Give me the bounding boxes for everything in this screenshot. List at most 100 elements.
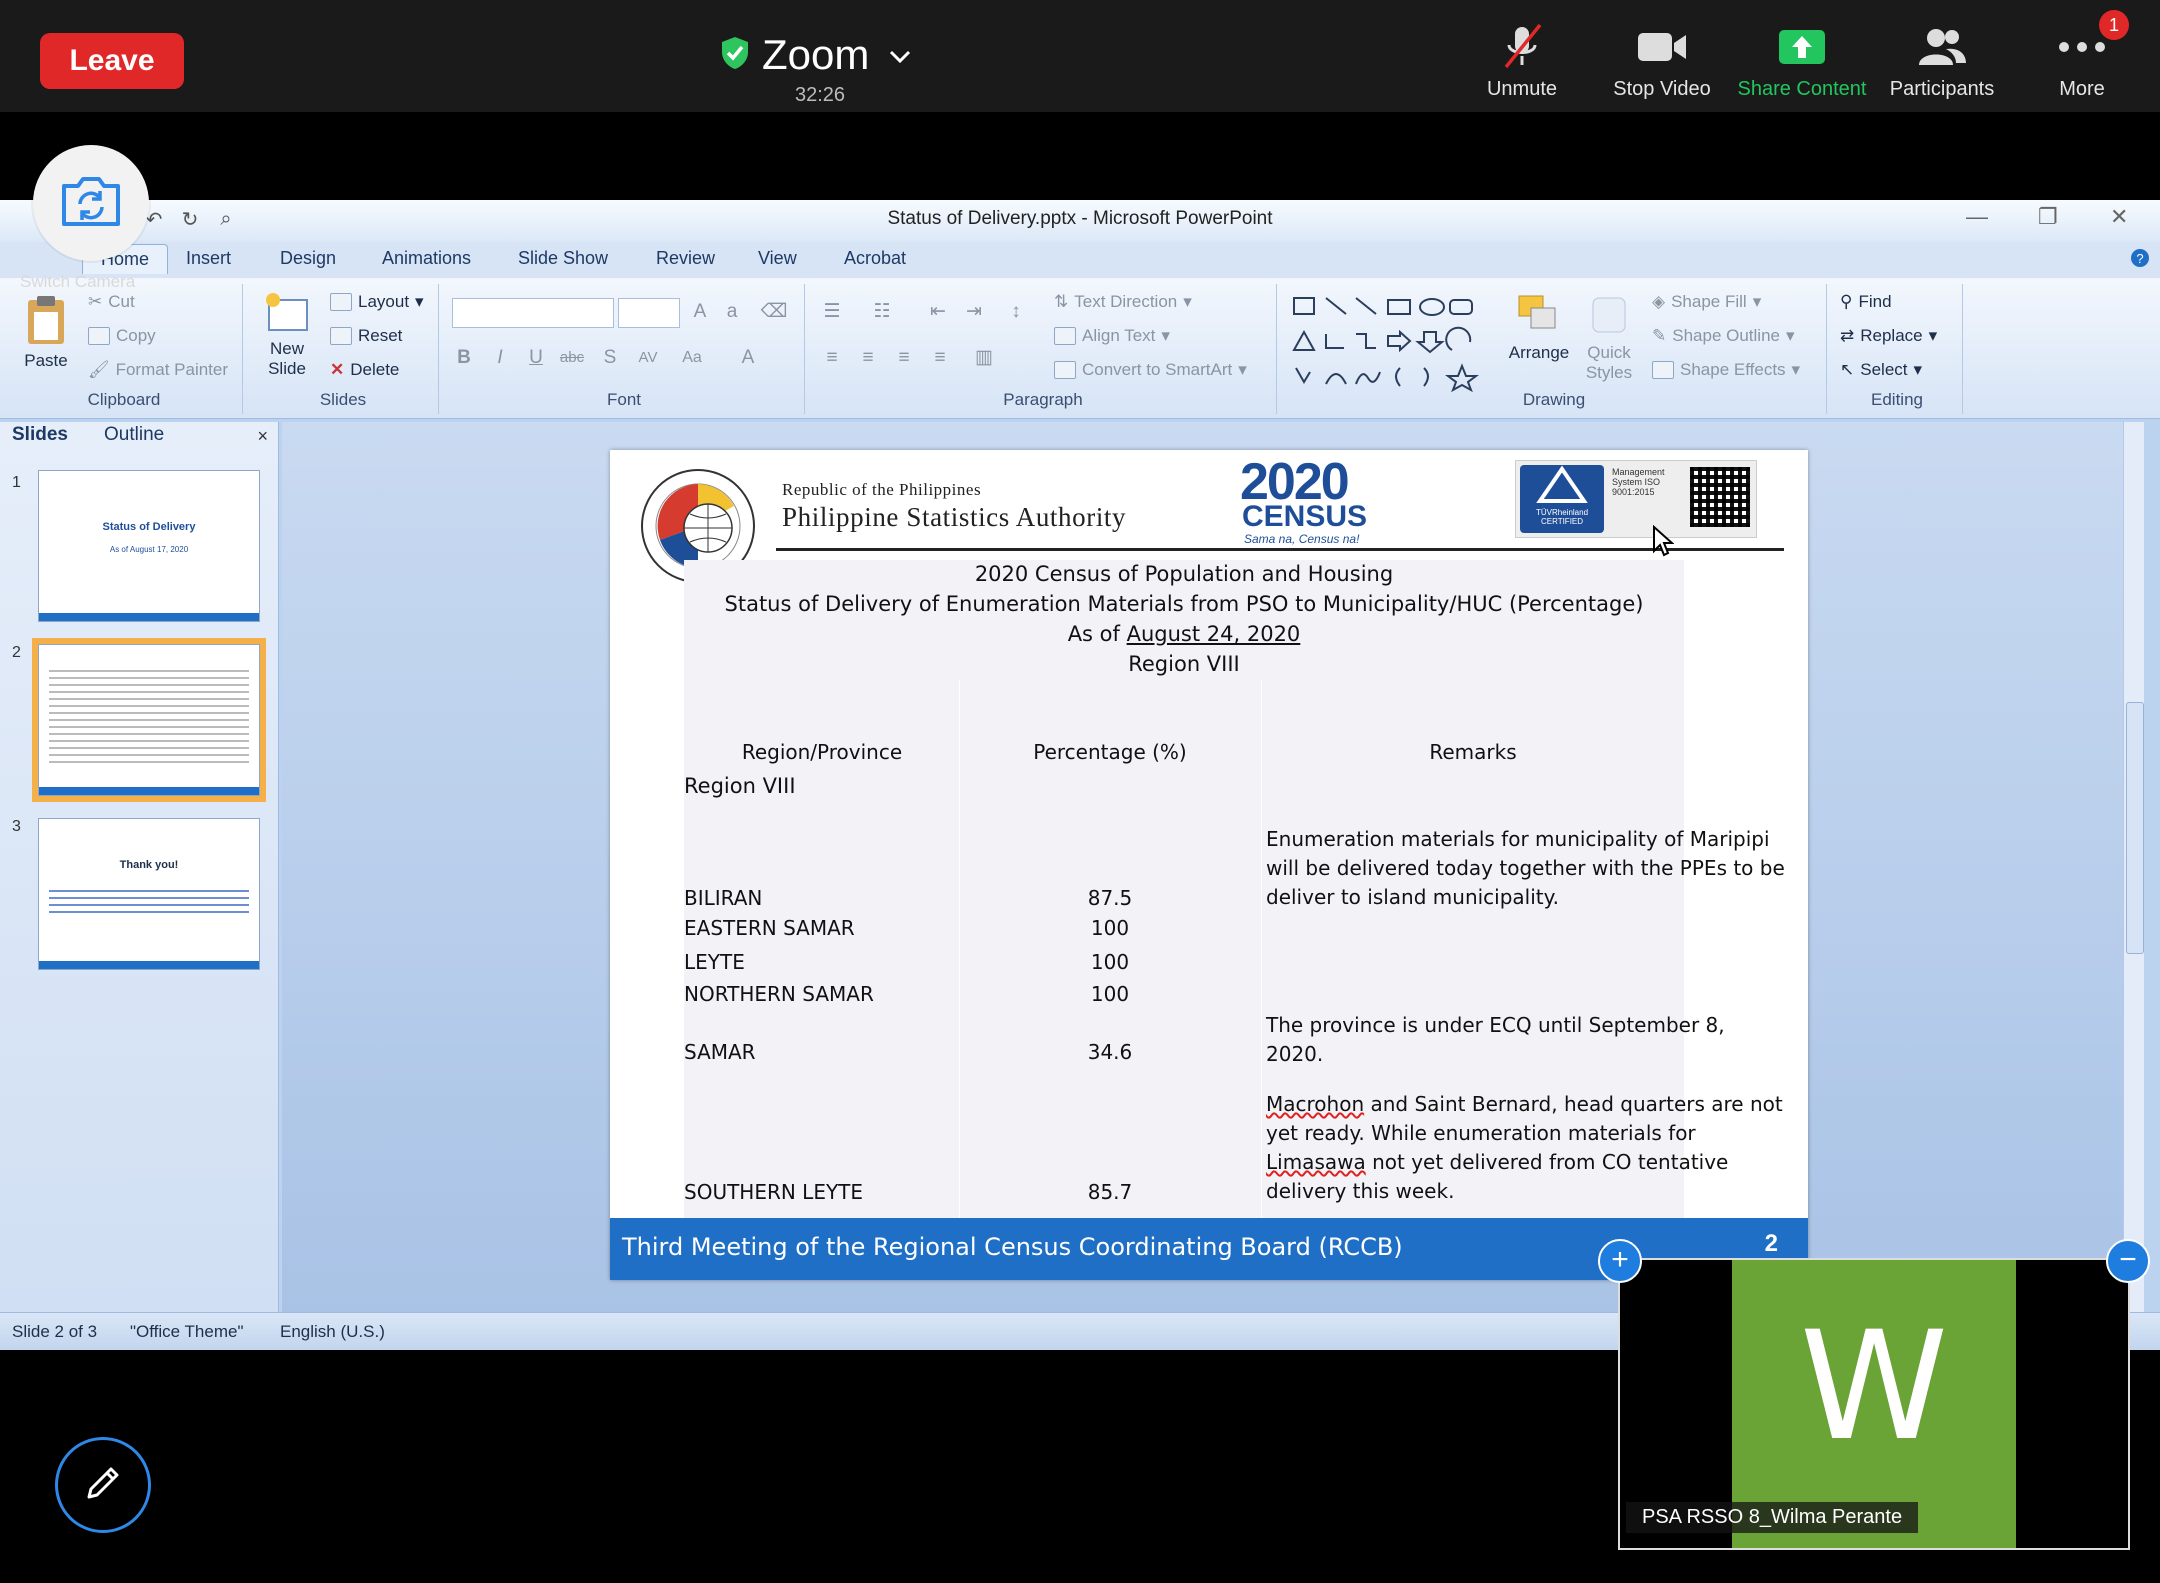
participants-label: Participants xyxy=(1889,78,1995,100)
tab-acrobat[interactable]: Acrobat xyxy=(844,248,906,269)
tab-insert[interactable]: Insert xyxy=(186,248,231,269)
clear-formatting-icon[interactable]: ⌫ xyxy=(760,298,788,326)
paste-button[interactable]: Paste xyxy=(14,294,78,371)
chevron-down-icon[interactable] xyxy=(889,40,911,71)
shape-effects-button[interactable]: Shape Effects ▾ xyxy=(1652,360,1800,380)
new-slide-button[interactable]: New Slide xyxy=(254,292,320,379)
replace-button[interactable]: ⇄ Replace ▾ xyxy=(1840,326,1937,346)
more-button[interactable]: More xyxy=(2012,22,2152,101)
underline-icon[interactable]: U xyxy=(522,344,550,372)
zoom-toolbar: Leave Zoom 32:26 Unmute Stop Video Share… xyxy=(0,0,2160,112)
bold-icon[interactable]: B xyxy=(450,344,478,372)
slide-thumbnail-1[interactable]: Status of Delivery As of August 17, 2020 xyxy=(38,470,260,622)
meeting-title[interactable]: Zoom xyxy=(720,30,911,80)
tab-view[interactable]: View xyxy=(758,248,797,269)
tab-design[interactable]: Design xyxy=(280,248,336,269)
shadow-icon[interactable]: S xyxy=(596,344,624,372)
find-button[interactable]: ⚲ Find xyxy=(1840,292,1892,312)
font-family-select[interactable] xyxy=(452,298,614,328)
line-spacing-icon[interactable]: ↕ xyxy=(1002,298,1030,326)
brush-icon: 🖌 xyxy=(88,360,110,379)
binoculars-icon: ⚲ xyxy=(1840,292,1853,311)
participants-button[interactable]: Participants xyxy=(1872,22,2012,101)
province-cell: BILIRAN xyxy=(684,886,763,910)
stop-video-button[interactable]: Stop Video xyxy=(1592,22,1732,101)
meeting-timer: 32:26 xyxy=(794,84,846,106)
participant-video-tile[interactable]: W PSA RSSO 8_Wilma Perante xyxy=(1618,1258,2130,1550)
tab-animations[interactable]: Animations xyxy=(382,248,471,269)
tab-slides[interactable]: Slides xyxy=(12,424,68,446)
convert-smartart-button[interactable]: Convert to SmartArt ▾ xyxy=(1054,360,1247,380)
shrink-font-icon[interactable]: a xyxy=(718,298,746,326)
tab-review[interactable]: Review xyxy=(656,248,715,269)
shapes-gallery[interactable] xyxy=(1290,292,1496,393)
font-color-icon[interactable]: A xyxy=(734,344,762,372)
annotate-button[interactable] xyxy=(55,1437,151,1533)
shape-fill-button[interactable]: ◈ Shape Fill ▾ xyxy=(1652,292,1761,312)
cut-button[interactable]: ✂ Cut xyxy=(88,292,135,312)
select-button[interactable]: ↖ Select ▾ xyxy=(1840,360,1922,380)
unmute-button[interactable]: Unmute xyxy=(1452,22,1592,101)
percentage-cell: 34.6 xyxy=(1087,1040,1133,1064)
align-text-button[interactable]: Align Text ▾ xyxy=(1054,326,1170,346)
editing-group: ⚲ Find ⇄ Replace ▾ ↖ Select ▾ Editing xyxy=(1832,284,1963,414)
delete-button[interactable]: ✕ Delete xyxy=(330,360,399,380)
tuv-badge: TÜVRheinland CERTIFIED xyxy=(1520,465,1604,533)
copy-button[interactable]: Copy xyxy=(88,326,156,346)
theme-name[interactable]: "Office Theme" xyxy=(130,1322,244,1342)
shape-outline-button[interactable]: ✎ Shape Outline ▾ xyxy=(1652,326,1795,346)
province-cell: LEYTE xyxy=(684,950,745,974)
grow-font-icon[interactable]: A xyxy=(686,298,714,326)
plus-icon[interactable]: + xyxy=(1598,1239,1642,1283)
justify-icon[interactable]: ≡ xyxy=(926,344,954,372)
decrease-indent-icon[interactable]: ⇤ xyxy=(924,298,952,326)
restore-icon[interactable]: ❐ xyxy=(2038,204,2058,230)
switch-camera-button[interactable] xyxy=(33,145,149,261)
meeting-title-text: Zoom xyxy=(762,31,870,78)
quick-styles-button[interactable]: Quick Styles xyxy=(1574,292,1644,383)
vertical-scrollbar[interactable] xyxy=(2123,422,2144,1312)
tab-outline[interactable]: Outline xyxy=(104,424,164,446)
pane-tabs: Slides Outline × xyxy=(0,422,278,456)
share-content-button[interactable]: Share Content xyxy=(1732,22,1872,101)
clipboard-icon xyxy=(24,296,68,350)
italic-icon[interactable]: I xyxy=(486,344,514,372)
bullets-icon[interactable]: ☰ xyxy=(818,298,846,326)
table-heading-4: Region VIII xyxy=(1128,652,1240,676)
char-spacing-icon[interactable]: AV xyxy=(634,344,662,372)
change-case-icon[interactable]: Aa xyxy=(678,344,706,372)
layout-button[interactable]: Layout ▾ xyxy=(330,292,424,312)
tuv-certification-logo: TÜVRheinland CERTIFIED Management System… xyxy=(1515,460,1757,538)
minus-icon[interactable]: − xyxy=(2106,1239,2150,1283)
leave-button[interactable]: Leave xyxy=(40,33,184,89)
strikethrough-icon[interactable]: abc xyxy=(558,344,586,372)
thumb-content-lines xyxy=(49,665,249,768)
as-of-date: August 24, 2020 xyxy=(1126,622,1301,646)
slide-thumbnail-3[interactable]: Thank you! xyxy=(38,818,260,970)
minimize-icon[interactable]: — xyxy=(1966,204,1988,230)
scrollbar-thumb[interactable] xyxy=(2126,702,2144,954)
language[interactable]: English (U.S.) xyxy=(280,1322,385,1342)
tab-slide-show[interactable]: Slide Show xyxy=(518,248,608,269)
close-icon[interactable]: ✕ xyxy=(2110,204,2128,230)
text-direction-button[interactable]: ⇅ Text Direction ▾ xyxy=(1054,292,1192,312)
numbering-icon[interactable]: ☷ xyxy=(868,298,896,326)
align-right-icon[interactable]: ≡ xyxy=(890,344,918,372)
thumb-title: Thank you! xyxy=(119,859,179,871)
slide[interactable]: Republic of the Philippines Philippine S… xyxy=(610,450,1808,1280)
percentage-cell: 100 xyxy=(1090,950,1130,974)
participant-name: PSA RSSO 8_Wilma Perante xyxy=(1626,1502,1919,1533)
font-size-select[interactable] xyxy=(618,298,680,328)
columns-icon[interactable]: ▥ xyxy=(970,344,998,372)
close-pane-icon[interactable]: × xyxy=(257,426,268,447)
reset-button[interactable]: Reset xyxy=(330,326,402,346)
format-painter-button[interactable]: 🖌 Format Painter xyxy=(88,360,228,380)
reset-label: Reset xyxy=(358,326,403,345)
arrange-button[interactable]: Arrange xyxy=(1504,292,1574,363)
align-center-icon[interactable]: ≡ xyxy=(854,344,882,372)
quick-styles-label: Quick Styles xyxy=(1585,343,1633,382)
slide-thumbnail-2[interactable] xyxy=(32,638,266,802)
increase-indent-icon[interactable]: ⇥ xyxy=(960,298,988,326)
help-icon[interactable]: ? xyxy=(2130,248,2150,273)
align-left-icon[interactable]: ≡ xyxy=(818,344,846,372)
